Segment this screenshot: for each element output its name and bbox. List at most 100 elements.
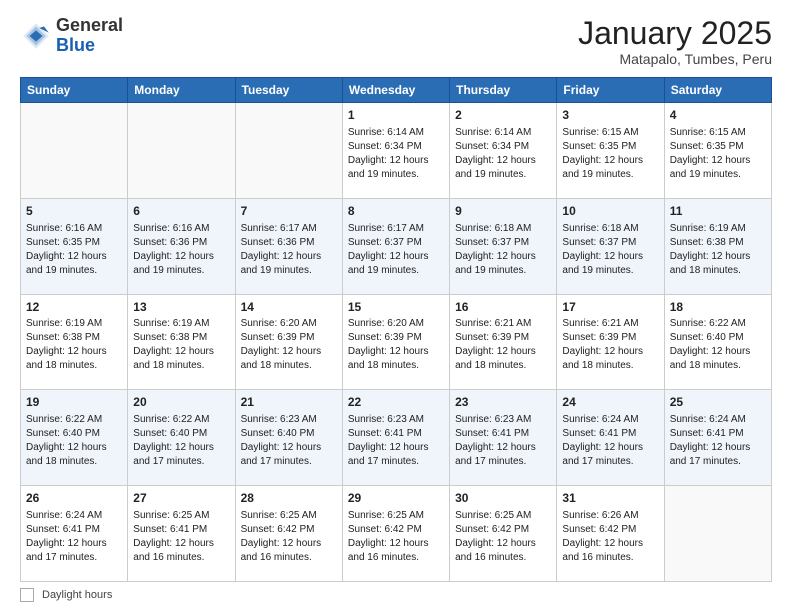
cell-info: Sunrise: 6:21 AMSunset: 6:39 PMDaylight:…: [455, 318, 536, 371]
day-header-sunday: Sunday: [21, 78, 128, 103]
calendar-cell: 21 Sunrise: 6:23 AMSunset: 6:40 PMDayligh…: [235, 390, 342, 486]
cell-info: Sunrise: 6:16 AMSunset: 6:35 PMDaylight:…: [26, 223, 107, 276]
day-number: 7: [241, 203, 337, 220]
logo-general: General: [56, 15, 123, 35]
calendar-cell: 24 Sunrise: 6:24 AMSunset: 6:41 PMDayligh…: [557, 390, 664, 486]
title-block: January 2025 Matapalo, Tumbes, Peru: [578, 16, 772, 67]
subtitle: Matapalo, Tumbes, Peru: [578, 51, 772, 67]
cell-info: Sunrise: 6:22 AMSunset: 6:40 PMDaylight:…: [26, 414, 107, 467]
day-number: 3: [562, 107, 658, 124]
cell-info: Sunrise: 6:24 AMSunset: 6:41 PMDaylight:…: [670, 414, 751, 467]
calendar-cell: 23 Sunrise: 6:23 AMSunset: 6:41 PMDayligh…: [450, 390, 557, 486]
calendar-cell: 13 Sunrise: 6:19 AMSunset: 6:38 PMDayligh…: [128, 294, 235, 390]
logo-icon: [20, 20, 52, 52]
day-number: 5: [26, 203, 122, 220]
cell-info: Sunrise: 6:22 AMSunset: 6:40 PMDaylight:…: [133, 414, 214, 467]
calendar-cell: 9Sunrise: 6:18 AMSunset: 6:37 PMDaylight…: [450, 198, 557, 294]
day-number: 30: [455, 490, 551, 507]
cell-info: Sunrise: 6:22 AMSunset: 6:40 PMDaylight:…: [670, 318, 751, 371]
cell-info: Sunrise: 6:20 AMSunset: 6:39 PMDaylight:…: [348, 318, 429, 371]
cell-info: Sunrise: 6:23 AMSunset: 6:40 PMDaylight:…: [241, 414, 322, 467]
day-number: 16: [455, 299, 551, 316]
calendar-cell: 3 Sunrise: 6:15 AMSunset: 6:35 PMDaylight…: [557, 103, 664, 199]
day-header-thursday: Thursday: [450, 78, 557, 103]
day-number: 21: [241, 394, 337, 411]
day-number: 18: [670, 299, 766, 316]
calendar-cell: 30 Sunrise: 6:25 AMSunset: 6:42 PMDayligh…: [450, 486, 557, 582]
cell-info: Sunrise: 6:17 AMSunset: 6:36 PMDaylight:…: [241, 223, 322, 276]
day-number: 23: [455, 394, 551, 411]
week-row: 19 Sunrise: 6:22 AMSunset: 6:40 PMDayligh…: [21, 390, 772, 486]
cell-info: Sunrise: 6:21 AMSunset: 6:39 PMDaylight:…: [562, 318, 643, 371]
logo: General Blue: [20, 16, 123, 56]
day-number: 29: [348, 490, 444, 507]
cell-info: Sunrise: 6:14 AMSunset: 6:34 PMDaylight:…: [455, 127, 536, 180]
calendar-cell: 14 Sunrise: 6:20 AMSunset: 6:39 PMDayligh…: [235, 294, 342, 390]
day-number: 14: [241, 299, 337, 316]
calendar-cell: [21, 103, 128, 199]
cell-info: Sunrise: 6:24 AMSunset: 6:41 PMDaylight:…: [26, 510, 107, 563]
day-number: 26: [26, 490, 122, 507]
calendar-cell: 18 Sunrise: 6:22 AMSunset: 6:40 PMDayligh…: [664, 294, 771, 390]
week-row: 12 Sunrise: 6:19 AMSunset: 6:38 PMDayligh…: [21, 294, 772, 390]
calendar-cell: 11Sunrise: 6:19 AMSunset: 6:38 PMDayligh…: [664, 198, 771, 294]
calendar-cell: 16 Sunrise: 6:21 AMSunset: 6:39 PMDayligh…: [450, 294, 557, 390]
day-number: 28: [241, 490, 337, 507]
calendar-cell: 27 Sunrise: 6:25 AMSunset: 6:41 PMDayligh…: [128, 486, 235, 582]
calendar-cell: 22Sunrise: 6:23 AMSunset: 6:41 PMDayligh…: [342, 390, 449, 486]
cell-info: Sunrise: 6:20 AMSunset: 6:39 PMDaylight:…: [241, 318, 322, 371]
calendar-cell: 25Sunrise: 6:24 AMSunset: 6:41 PMDayligh…: [664, 390, 771, 486]
month-title: January 2025: [578, 16, 772, 51]
week-row: 26 Sunrise: 6:24 AMSunset: 6:41 PMDayligh…: [21, 486, 772, 582]
calendar-cell: [664, 486, 771, 582]
cell-info: Sunrise: 6:25 AMSunset: 6:42 PMDaylight:…: [241, 510, 322, 563]
day-number: 10: [562, 203, 658, 220]
day-header-tuesday: Tuesday: [235, 78, 342, 103]
day-number: 9: [455, 203, 551, 220]
cell-info: Sunrise: 6:16 AMSunset: 6:36 PMDaylight:…: [133, 223, 214, 276]
daylight-label: Daylight hours: [42, 589, 112, 601]
cell-info: Sunrise: 6:15 AMSunset: 6:35 PMDaylight:…: [670, 127, 751, 180]
day-number: 12: [26, 299, 122, 316]
cell-info: Sunrise: 6:23 AMSunset: 6:41 PMDaylight:…: [455, 414, 536, 467]
calendar-cell: 10Sunrise: 6:18 AMSunset: 6:37 PMDayligh…: [557, 198, 664, 294]
day-number: 13: [133, 299, 229, 316]
calendar-cell: 6 Sunrise: 6:16 AMSunset: 6:36 PMDaylight…: [128, 198, 235, 294]
cell-info: Sunrise: 6:15 AMSunset: 6:35 PMDaylight:…: [562, 127, 643, 180]
day-number: 2: [455, 107, 551, 124]
days-header-row: SundayMondayTuesdayWednesdayThursdayFrid…: [21, 78, 772, 103]
day-number: 19: [26, 394, 122, 411]
day-number: 27: [133, 490, 229, 507]
calendar-cell: 1Sunrise: 6:14 AMSunset: 6:34 PMDaylight…: [342, 103, 449, 199]
calendar-cell: 17 Sunrise: 6:21 AMSunset: 6:39 PMDayligh…: [557, 294, 664, 390]
day-number: 6: [133, 203, 229, 220]
header: General Blue January 2025 Matapalo, Tumb…: [20, 16, 772, 67]
cell-info: Sunrise: 6:24 AMSunset: 6:41 PMDaylight:…: [562, 414, 643, 467]
footer: Daylight hours: [20, 588, 772, 602]
calendar: SundayMondayTuesdayWednesdayThursdayFrid…: [20, 77, 772, 582]
day-number: 8: [348, 203, 444, 220]
logo-blue: Blue: [56, 35, 95, 55]
calendar-cell: 4Sunrise: 6:15 AMSunset: 6:35 PMDaylight…: [664, 103, 771, 199]
cell-info: Sunrise: 6:26 AMSunset: 6:42 PMDaylight:…: [562, 510, 643, 563]
day-number: 1: [348, 107, 444, 124]
cell-info: Sunrise: 6:19 AMSunset: 6:38 PMDaylight:…: [26, 318, 107, 371]
calendar-cell: [128, 103, 235, 199]
calendar-cell: 12 Sunrise: 6:19 AMSunset: 6:38 PMDayligh…: [21, 294, 128, 390]
daylight-box: [20, 588, 34, 602]
day-header-saturday: Saturday: [664, 78, 771, 103]
day-number: 22: [348, 394, 444, 411]
calendar-cell: 31Sunrise: 6:26 AMSunset: 6:42 PMDayligh…: [557, 486, 664, 582]
calendar-cell: 19 Sunrise: 6:22 AMSunset: 6:40 PMDayligh…: [21, 390, 128, 486]
day-number: 11: [670, 203, 766, 220]
week-row: 5 Sunrise: 6:16 AMSunset: 6:35 PMDaylight…: [21, 198, 772, 294]
cell-info: Sunrise: 6:25 AMSunset: 6:41 PMDaylight:…: [133, 510, 214, 563]
cell-info: Sunrise: 6:19 AMSunset: 6:38 PMDaylight:…: [133, 318, 214, 371]
calendar-cell: 20 Sunrise: 6:22 AMSunset: 6:40 PMDayligh…: [128, 390, 235, 486]
day-header-wednesday: Wednesday: [342, 78, 449, 103]
day-number: 17: [562, 299, 658, 316]
day-number: 20: [133, 394, 229, 411]
calendar-cell: 8Sunrise: 6:17 AMSunset: 6:37 PMDaylight…: [342, 198, 449, 294]
cell-info: Sunrise: 6:25 AMSunset: 6:42 PMDaylight:…: [455, 510, 536, 563]
day-number: 24: [562, 394, 658, 411]
